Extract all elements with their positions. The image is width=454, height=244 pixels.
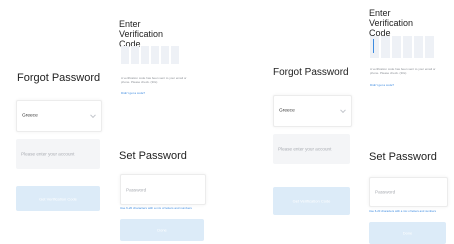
done-button-label: Done [402,230,413,236]
region-select[interactable]: Greece [273,95,352,127]
page-title: Set Password [119,150,187,162]
done-button[interactable]: Done [120,219,204,241]
code-digit-box[interactable] [381,36,390,58]
verification-hint: A verification code has been sent to you… [121,76,187,84]
done-button-label: Done [157,227,167,233]
page-title: Set Password [369,151,437,163]
done-button[interactable]: Done [369,222,446,244]
code-digit-box[interactable] [425,36,434,58]
set-password-screen: Set Password Password Use 6-20 character… [112,120,224,244]
region-select-value: Greece [279,108,295,114]
forgot-password-screen: Forgot Password Greece Please enter your… [260,0,360,244]
verification-screen: Enter Verification Code A verification c… [112,0,224,120]
resend-code-link[interactable]: Didn't get a code? [121,91,145,95]
password-rule-hint: Use 6-20 characters with a mix of letter… [120,206,192,210]
account-input-placeholder: Please enter your account [21,151,75,157]
resend-code-link[interactable]: Didn't get a code? [370,83,394,87]
code-input[interactable] [370,36,436,58]
account-input[interactable]: Please enter your account [273,134,350,164]
code-digit-box[interactable] [151,46,159,64]
get-code-button[interactable]: Get Verification Code [273,187,350,215]
verification-screen: Enter Verification Code A verification c… [360,0,454,120]
code-digit-box[interactable] [403,36,412,58]
page-title: Forgot Password [17,72,101,84]
password-input[interactable]: Password [369,177,448,207]
chevron-down-icon [90,112,96,119]
password-input[interactable]: Password [120,174,206,205]
verification-hint: A verification code has been sent to you… [370,67,436,75]
password-input-placeholder: Password [126,187,147,192]
code-digit-box[interactable] [131,46,139,64]
page-title: Enter Verification Code [369,8,414,38]
code-digit-box[interactable] [161,46,169,64]
code-digit-box[interactable] [392,36,401,58]
page-title: Enter Verification Code [119,19,164,49]
get-code-button[interactable]: Get Verification Code [16,186,100,211]
region-select-value: Greece [22,113,38,119]
code-digit-box[interactable] [171,46,179,64]
account-input-placeholder: Please enter your account [278,146,332,152]
account-input[interactable]: Please enter your account [16,139,100,169]
code-digit-box[interactable] [370,36,379,58]
password-input-placeholder: Password [375,189,396,195]
code-digit-box[interactable] [414,36,423,58]
code-digit-box[interactable] [141,46,149,64]
set-password-screen: Set Password Password Use 6-20 character… [360,120,454,244]
page-title: Forgot Password [273,67,349,78]
code-digit-box[interactable] [121,46,129,64]
forgot-password-screen: Forgot Password Greece Please enter your… [0,0,110,244]
text-cursor [373,39,374,53]
password-rule-hint: Use 6-20 characters with a mix of letter… [369,209,436,213]
code-input[interactable] [121,46,181,64]
get-code-button-label: Get Verification Code [39,196,77,201]
region-select[interactable]: Greece [16,100,102,132]
get-code-button-label: Get Verification Code [292,198,331,204]
chevron-down-icon [340,107,346,114]
